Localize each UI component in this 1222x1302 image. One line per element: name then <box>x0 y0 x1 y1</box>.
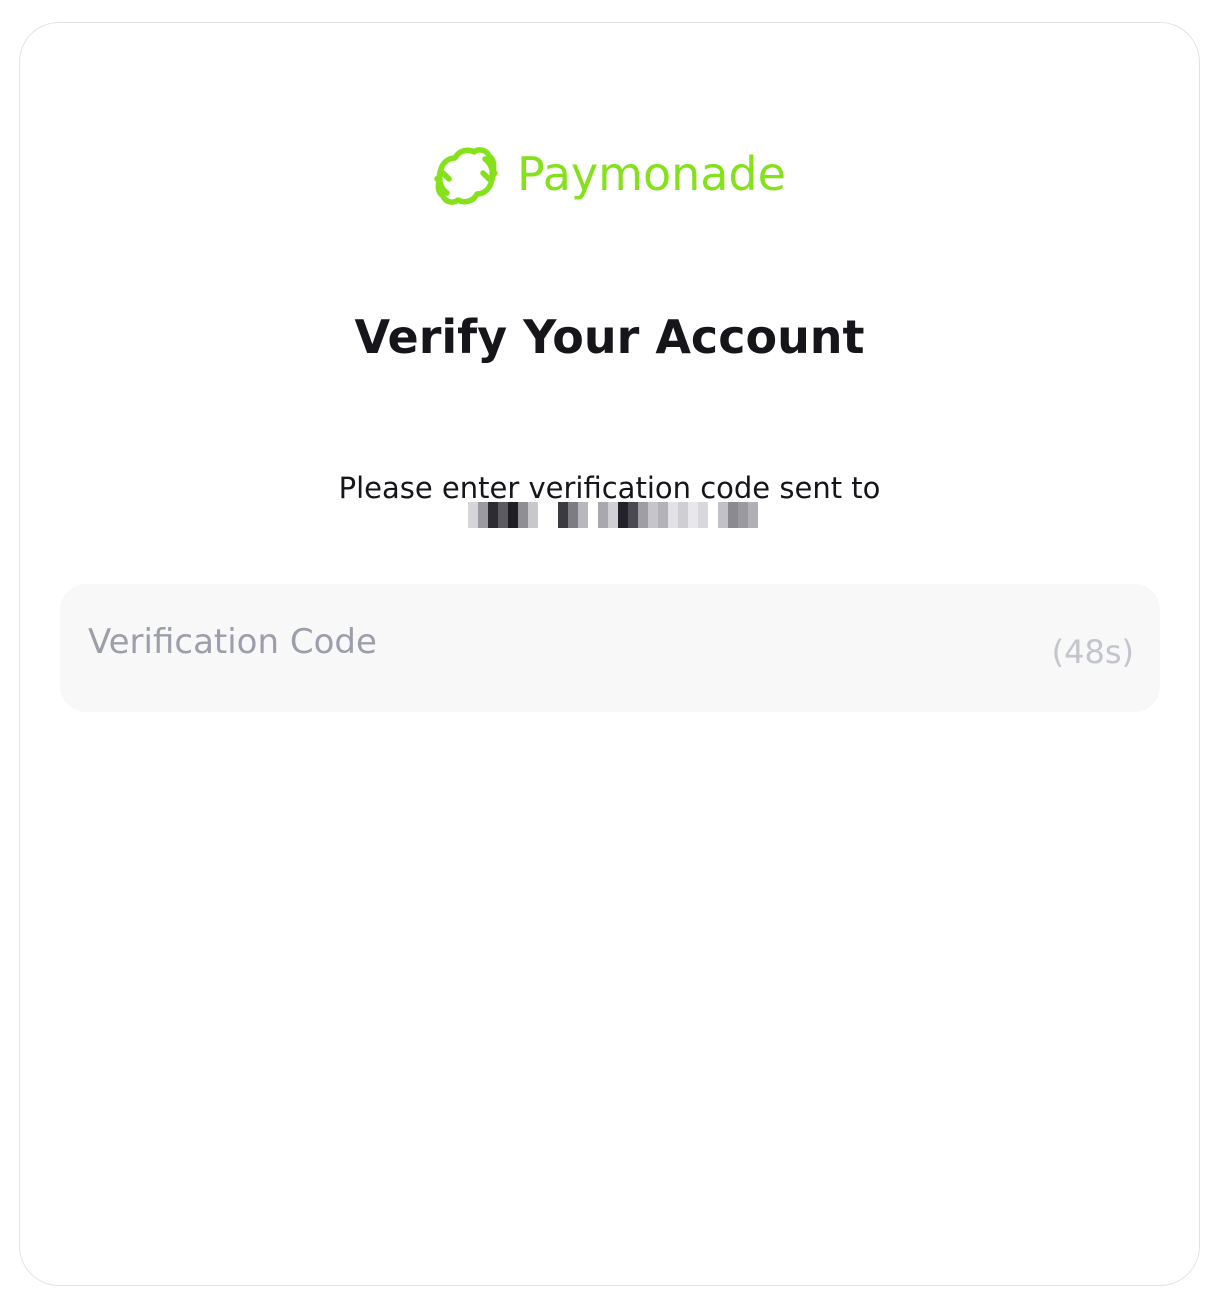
brand-header: Paymonade <box>20 141 1199 211</box>
verification-code-field[interactable]: (48s) <box>60 584 1160 712</box>
verification-code-input[interactable] <box>88 612 1052 672</box>
paymonade-logo-icon <box>434 147 498 205</box>
page-title: Verify Your Account <box>354 310 865 364</box>
brand-name: Paymonade <box>517 147 786 201</box>
resend-countdown: (48s) <box>1051 633 1134 671</box>
redacted-contact-blur <box>468 502 758 528</box>
